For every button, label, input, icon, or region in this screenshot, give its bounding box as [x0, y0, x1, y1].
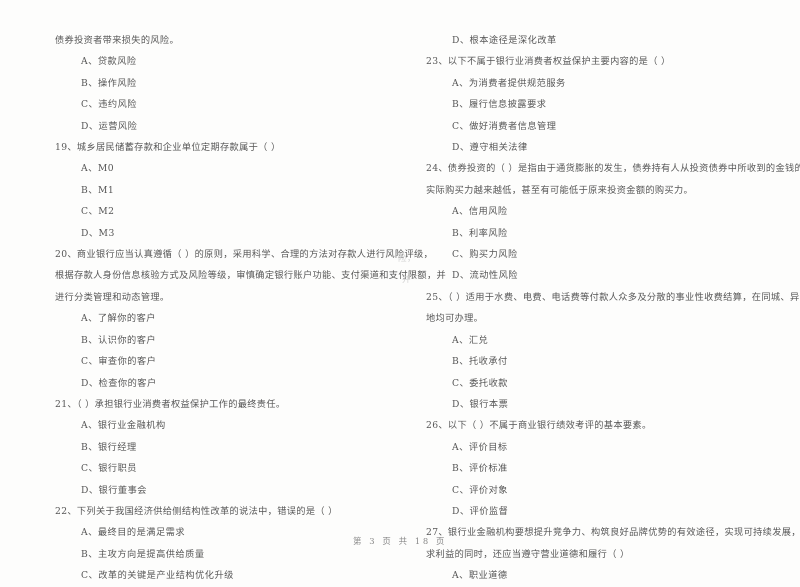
option-item: A、职业道德 — [452, 570, 508, 582]
question-24-stem-line2: 实际购买力越来越低，甚至有可能低于原来投资金额的购买力。 — [426, 184, 694, 196]
option-item: B、认识你的客户 — [81, 334, 157, 346]
exam-page: 债券投资者带来损失的风险。 A、贷款风险 B、操作风险 C、违约风险 D、运营风… — [0, 0, 800, 581]
question-25-stem: 25、（ ）适用于水费、电费、电话费等付款人众多及分散的事业性收费结算，在同城、… — [426, 291, 800, 303]
option-item: D、检查你的客户 — [81, 377, 157, 389]
option-item: D、M3 — [81, 227, 115, 239]
option-item: A、银行业金融机构 — [81, 420, 166, 432]
option-item: C、改革的关键是产业结构优化升级 — [81, 570, 234, 582]
question-25-stem-line2: 地均可办理。 — [426, 313, 484, 325]
question-23-stem: 23、以下不属于银行业消费者权益保护主要内容的是（ ） — [426, 56, 671, 68]
option-item: A、贷款风险 — [81, 56, 137, 68]
option-item: C、委托收款 — [452, 377, 508, 389]
question-20-stem-line2: 根据存款人身份信息核验方式及风险等级，审慎确定银行账户功能、支付渠道和支付限额，… — [55, 270, 447, 282]
option-item: C、银行职员 — [81, 463, 137, 475]
two-column-body: 债券投资者带来损失的风险。 A、贷款风险 B、操作风险 C、违约风险 D、运营风… — [55, 30, 800, 581]
option-item: A、了解你的客户 — [81, 313, 156, 325]
left-column: 债券投资者带来损失的风险。 A、贷款风险 B、操作风险 C、违约风险 D、运营风… — [55, 30, 447, 587]
question-21-stem: 21、（ ）承担银行业消费者权益保护工作的最终责任。 — [55, 398, 286, 410]
option-item: B、托收承付 — [452, 356, 508, 368]
option-item: D、遵守相关法律 — [452, 142, 528, 154]
question-continuation-text: 债券投资者带来损失的风险。 — [55, 35, 179, 46]
option-item: C、做好消费者信息管理 — [452, 120, 557, 132]
option-item: C、购买力风险 — [452, 249, 518, 261]
option-item: B、履行信息披露要求 — [452, 99, 547, 111]
option-item: C、评价对象 — [452, 484, 508, 496]
option-item: B、评价标准 — [452, 463, 508, 475]
option-item: A、M0 — [81, 163, 115, 175]
option-item: D、根本途径是深化改革 — [452, 35, 557, 46]
option-item: B、利率风险 — [452, 227, 508, 239]
option-item: A、为消费者提供规范服务 — [452, 77, 566, 89]
option-item: A、评价目标 — [452, 441, 508, 453]
question-22-stem: 22、下列关于我国经济供给侧结构性改革的说法中，错误的是（ ） — [55, 505, 338, 517]
option-item: A、汇兑 — [452, 334, 489, 346]
option-item: B、M1 — [81, 184, 115, 196]
option-item: C、M2 — [81, 206, 115, 218]
question-26-stem: 26、以下（ ）不属于商业银行绩效考评的基本要素。 — [426, 420, 652, 432]
question-20-stem-line3: 进行分类管理和动态管理。 — [55, 291, 170, 303]
option-item: B、银行经理 — [81, 441, 137, 453]
option-item: D、运营风险 — [81, 120, 138, 132]
page-footer: 第 3 页 共 18 页 — [353, 536, 447, 546]
option-item: D、评价监督 — [452, 505, 509, 517]
right-column: 险， 并 D、根本途径是深化改革 23、以下不属于银行业消费者权益保护主要内容的… — [398, 30, 800, 587]
option-item: D、流动性风险 — [452, 270, 518, 282]
question-24-stem: 24、债券投资的（ ）是指由于通货膨胀的发生，债券持有人从投资债券中所收到的金钱… — [426, 163, 800, 175]
option-item: D、银行董事会 — [81, 484, 147, 496]
question-19-stem: 19、城乡居民储蓄存款和企业单位定期存款属于（ ） — [55, 142, 281, 154]
option-item: C、审查你的客户 — [81, 356, 157, 368]
option-item: C、违约风险 — [81, 99, 137, 111]
option-item: D、银行本票 — [452, 398, 509, 410]
question-20-stem: 20、商业银行应当认真遵循（ ）的原则，采用科学、合理的方法对存款人进行风险评级… — [55, 249, 434, 261]
option-item: B、操作风险 — [81, 77, 137, 89]
option-item: A、信用风险 — [452, 206, 508, 218]
